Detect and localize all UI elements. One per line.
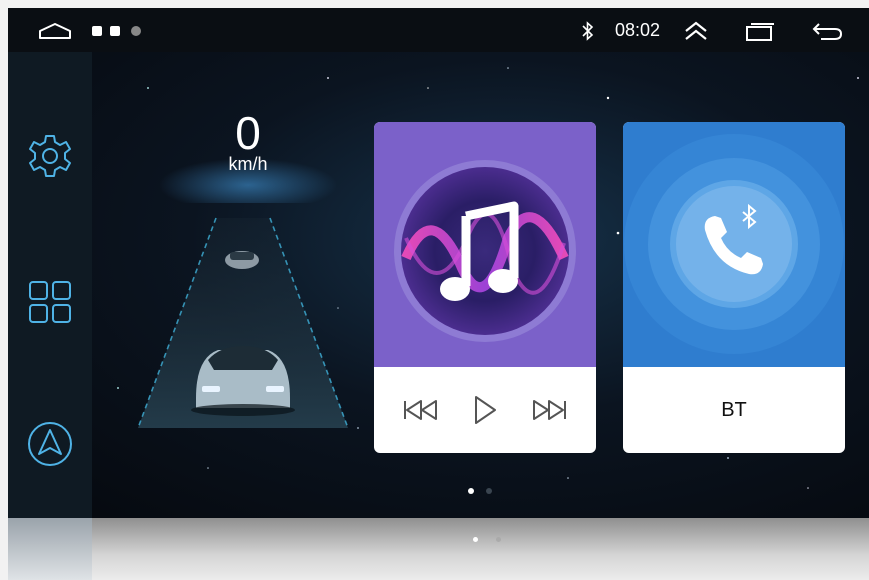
status-bar: 08:02 — [8, 8, 869, 52]
chevron-up-double-icon[interactable] — [683, 20, 709, 42]
sidebar-reflection — [8, 518, 92, 580]
notification-dots-icon — [92, 26, 141, 36]
reflection-dot — [496, 537, 501, 542]
previous-button[interactable] — [402, 398, 440, 422]
screen-reflection — [8, 518, 869, 580]
distant-car — [225, 251, 259, 269]
music-card-header[interactable] — [374, 122, 596, 367]
music-card[interactable] — [374, 122, 596, 453]
page-indicator — [468, 488, 492, 494]
play-button[interactable] — [471, 394, 499, 426]
bt-label: BT — [721, 398, 747, 421]
clock-time: 08:02 — [615, 20, 661, 40]
page-dot[interactable] — [486, 488, 492, 494]
play-icon — [474, 396, 496, 424]
previous-icon — [403, 400, 437, 420]
navigation-button[interactable] — [24, 418, 76, 470]
speed-unit: km/h — [228, 154, 268, 174]
apps-button[interactable] — [24, 276, 76, 328]
bluetooth-phone-icon — [624, 134, 844, 354]
next-icon — [533, 400, 567, 420]
bt-card-header[interactable] — [623, 122, 845, 367]
page-dot-active[interactable] — [468, 488, 474, 494]
apps-grid-icon — [29, 281, 71, 323]
navigation-arrow-icon — [28, 422, 72, 466]
bt-card[interactable]: BT — [623, 122, 845, 453]
speedometer: 0 km/h — [178, 108, 318, 175]
home-icon[interactable] — [38, 22, 72, 40]
settings-button[interactable] — [24, 130, 76, 182]
gear-icon — [29, 135, 71, 177]
speed-value: 0 — [235, 107, 261, 159]
next-button[interactable] — [530, 398, 568, 422]
road-illustration — [137, 217, 349, 429]
back-icon[interactable] — [811, 21, 843, 41]
recent-apps-icon[interactable] — [745, 22, 775, 42]
reflection-dot — [473, 537, 478, 542]
music-controls — [374, 367, 596, 453]
bluetooth-icon — [582, 21, 594, 41]
music-note-icon — [394, 160, 576, 342]
launcher-screen: 08:02 0 km/h BT — [8, 8, 869, 518]
sidebar — [8, 52, 92, 518]
